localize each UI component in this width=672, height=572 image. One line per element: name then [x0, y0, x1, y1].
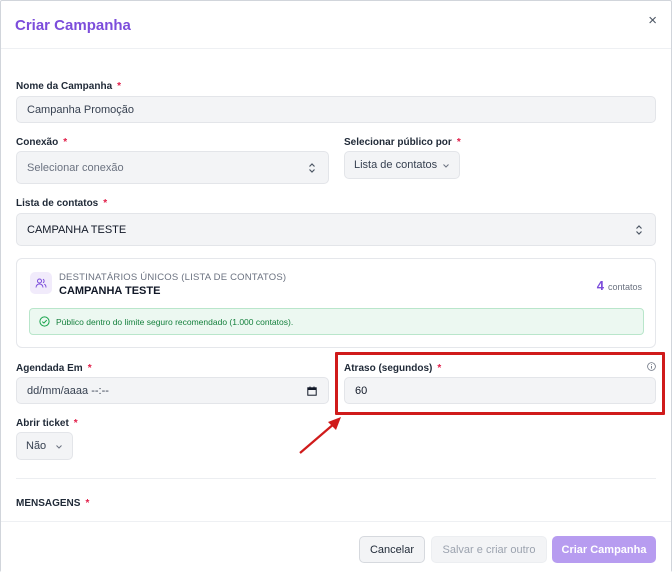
connection-label: Conexão *	[16, 137, 68, 148]
audience-by-select[interactable]: Lista de contatos	[344, 151, 460, 179]
scheduled-label: Agendada Em *	[16, 363, 92, 374]
modal-header: Criar Campanha ×	[1, 1, 671, 49]
modal-footer: Cancelar Salvar e criar outro Criar Camp…	[1, 521, 671, 572]
recipients-subtitle: DESTINATÁRIOS ÚNICOS (LISTA DE CONTATOS)	[59, 272, 287, 283]
contact-list-select[interactable]: CAMPANHA TESTE	[16, 213, 656, 246]
recipients-count: 4 contatos	[597, 278, 642, 293]
connection-select[interactable]: Selecionar conexão	[16, 151, 329, 184]
section-divider	[16, 478, 656, 479]
chevron-up-down-icon	[636, 224, 642, 235]
chevron-down-icon	[443, 164, 449, 168]
calendar-icon[interactable]	[307, 386, 317, 396]
check-circle-icon	[39, 316, 50, 327]
save-and-create-another-button[interactable]: Salvar e criar outro	[431, 536, 547, 563]
cancel-button[interactable]: Cancelar	[359, 536, 425, 563]
contact-list-label: Lista de contatos *	[16, 198, 108, 209]
modal-title: Criar Campanha	[15, 17, 131, 34]
recipients-list-name: CAMPANHA TESTE	[59, 285, 161, 297]
messages-section-label: MENSAGENS *	[16, 498, 90, 509]
create-campaign-button[interactable]: Criar Campanha	[552, 536, 656, 563]
create-campaign-modal: Criar Campanha × Nome da Campanha * Campa…	[0, 0, 672, 572]
safe-limit-alert-text: Público dentro do limite seguro recomend…	[56, 316, 294, 327]
close-icon[interactable]: ×	[648, 13, 657, 29]
audience-by-label: Selecionar público por *	[344, 137, 461, 148]
open-ticket-select[interactable]: Não	[16, 432, 73, 460]
scheduled-datetime-input[interactable]: dd/mm/aaaa --:--	[16, 377, 329, 404]
chevron-up-down-icon	[309, 162, 315, 173]
chevron-down-icon	[56, 445, 62, 449]
delay-highlight-box	[335, 352, 665, 415]
recipients-card: DESTINATÁRIOS ÚNICOS (LISTA DE CONTATOS)…	[16, 258, 656, 348]
recipients-count-unit: contatos	[607, 282, 642, 292]
campaign-name-label: Nome da Campanha *	[16, 81, 122, 92]
safe-limit-alert: Público dentro do limite seguro recomend…	[29, 308, 644, 335]
recipients-count-number: 4	[596, 278, 604, 293]
campaign-name-input[interactable]: Campanha Promoção	[16, 96, 656, 123]
users-icon	[30, 272, 52, 294]
open-ticket-label: Abrir ticket *	[16, 418, 78, 429]
annotation-arrow-icon	[299, 417, 341, 454]
